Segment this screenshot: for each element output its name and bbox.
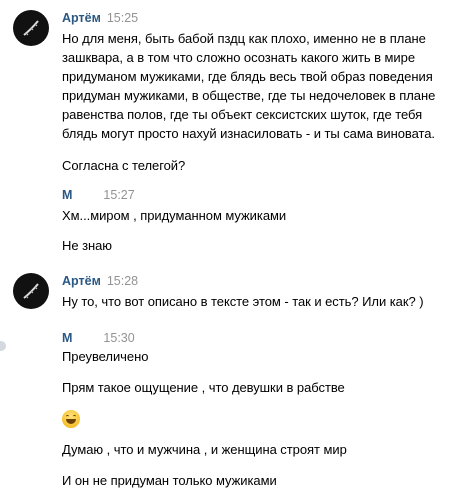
author-name[interactable]: Артём: [62, 11, 101, 25]
message-header: М 15:27: [62, 188, 135, 202]
message-text-line: Но для меня, быть бабой пздц как плохо, …: [62, 31, 426, 46]
message-text-line: придуман мужиками, в обществе, где ты не…: [62, 88, 436, 103]
message-text-line: Хм...миром , придуманном мужиками: [62, 208, 287, 223]
author-name[interactable]: М: [62, 188, 72, 202]
author-name[interactable]: Артём: [62, 274, 101, 288]
message-text-line: Согласна с телегой?: [62, 158, 186, 173]
message-text-line: Ну то, что вот описано в тексте этом - т…: [62, 294, 424, 309]
message-header: Артём 15:28: [62, 274, 138, 288]
message-text-line: придуманом мужиками, где блядь весь твой…: [62, 69, 433, 84]
message-text-line: блядь могут просто нахуй изнасиловать - …: [62, 126, 435, 141]
message-text-line: Не знаю: [62, 238, 112, 253]
message-text-line: И он не придуман только мужиками: [62, 473, 277, 488]
message-text-line: Прям такое ощущение , что девушки в рабс…: [62, 380, 345, 395]
message-text-line: равенства полов, где ты объект сексистск…: [62, 107, 423, 122]
unread-indicator-dot: [0, 341, 6, 351]
grinning-face-emoji-icon: [62, 410, 80, 428]
message-text-line: Думаю , что и мужчина , и женщина строят…: [62, 442, 347, 457]
avatar[interactable]: [13, 273, 49, 309]
avatar-image: [23, 283, 39, 299]
message-text-line: Преувеличено: [62, 349, 149, 364]
avatar[interactable]: [13, 10, 49, 46]
author-name[interactable]: М: [62, 331, 72, 345]
avatar-image: [23, 20, 39, 36]
message-text-line: зашквара, а в том что сложно осознать ка…: [62, 50, 416, 65]
message-time[interactable]: 15:25: [107, 11, 138, 25]
message-time[interactable]: 15:27: [103, 188, 134, 202]
message-time[interactable]: 15:30: [103, 331, 134, 345]
message-time[interactable]: 15:28: [107, 274, 138, 288]
message-header: Артём 15:25: [62, 11, 138, 25]
message-header: М 15:30: [62, 331, 135, 345]
